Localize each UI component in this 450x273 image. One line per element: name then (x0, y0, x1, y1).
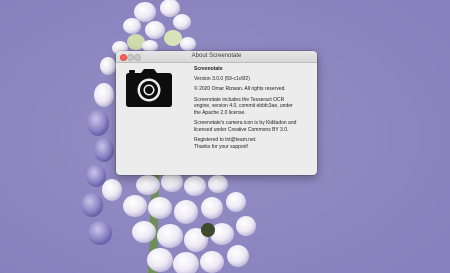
thanks-text: Thanks for your support! (194, 143, 249, 150)
titlebar[interactable]: About Screenotate (116, 51, 317, 63)
about-info: Screenotate Version 3.0.0 (59-c1c6f2) © … (194, 66, 314, 154)
registration: Registered to tnt@team.net. Thanks for y… (194, 137, 314, 150)
icon-credit: Screenotate's camera icon is by Kidilado… (194, 120, 314, 133)
zoom-icon (134, 54, 141, 61)
version-text: Version 3.0.0 (59-c1c6f2) (194, 75, 250, 82)
ocr-notice: Screenotate includes the Tesseract OCR e… (194, 97, 314, 117)
app-name: Screenotate (194, 66, 223, 72)
ocr-notice-line: the Apache 2.0 license. (194, 109, 246, 116)
about-window: About Screenotate Screenotate Version 3.… (116, 51, 317, 175)
camera-icon (126, 69, 172, 107)
window-title: About Screenotate (191, 53, 242, 59)
icon-credit-line: licensed under Creative Commons BY 3.0. (194, 126, 289, 133)
minimize-icon (127, 54, 134, 61)
icon-credit-line: Screenotate's camera icon is by Kidilado… (194, 120, 297, 126)
close-icon[interactable] (120, 54, 127, 61)
copyright-text: © 2020 Omar Rizwan. All rights reserved. (194, 86, 286, 92)
